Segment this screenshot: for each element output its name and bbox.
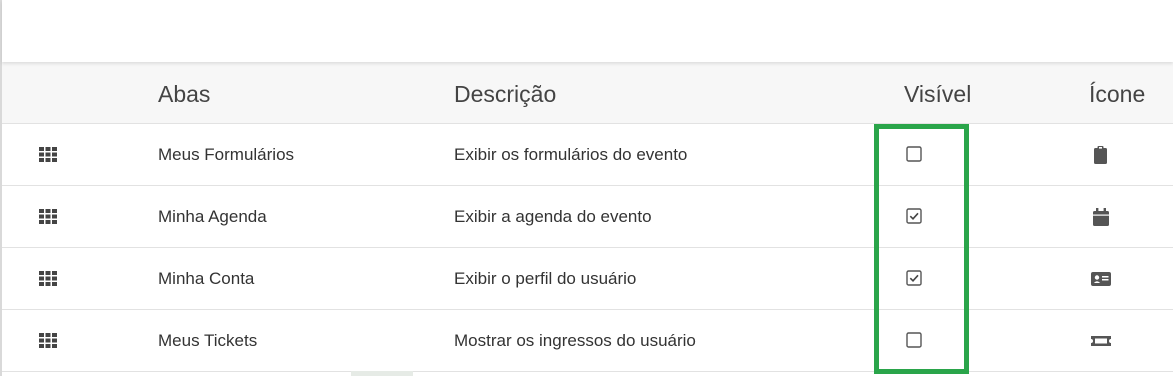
header-descricao: Descrição: [454, 81, 557, 107]
row-aba-label: Meus Tickets: [158, 331, 258, 350]
header-visivel: Visível: [904, 81, 972, 107]
visible-checkbox-checked[interactable]: [906, 270, 923, 287]
top-blank-area: [2, 0, 1173, 62]
drag-handle-icon[interactable]: [39, 147, 57, 162]
visible-checkbox-unchecked[interactable]: [906, 332, 923, 349]
scrollbar-stub[interactable]: [351, 371, 413, 376]
row-descricao: Mostrar os ingressos do usuário: [454, 331, 696, 350]
row-aba-label: Minha Agenda: [158, 207, 267, 226]
visible-checkbox-checked[interactable]: [906, 208, 923, 225]
ticket-icon: [1090, 330, 1112, 352]
table-row: Meus Tickets Mostrar os ingressos do usu…: [2, 310, 1173, 372]
row-descricao: Exibir os formulários do evento: [454, 145, 688, 164]
drag-handle-icon[interactable]: [39, 333, 57, 348]
id-card-icon: [1090, 268, 1112, 290]
header-icone: Ícone: [1089, 81, 1146, 107]
row-aba-label: Minha Conta: [158, 269, 255, 288]
drag-handle-icon[interactable]: [39, 271, 57, 286]
row-descricao: Exibir o perfil do usuário: [454, 269, 637, 288]
tabs-settings-panel: Abas Descrição Visível Ícone Meus Formul…: [0, 0, 1173, 376]
row-aba-label: Meus Formulários: [158, 145, 295, 164]
table-header: Abas Descrição Visível Ícone: [2, 62, 1173, 124]
visible-checkbox-unchecked[interactable]: [906, 146, 923, 163]
clipboard-icon: [1090, 144, 1112, 166]
calendar-icon: [1090, 206, 1112, 228]
header-abas: Abas: [158, 81, 211, 107]
table-row: Minha Agenda Exibir a agenda do evento: [2, 186, 1173, 248]
row-descricao: Exibir a agenda do evento: [454, 207, 652, 226]
table-row: Minha Conta Exibir o perfil do usuário: [2, 248, 1173, 310]
table-row: Meus Formulários Exibir os formulários d…: [2, 124, 1173, 186]
drag-handle-icon[interactable]: [39, 209, 57, 224]
